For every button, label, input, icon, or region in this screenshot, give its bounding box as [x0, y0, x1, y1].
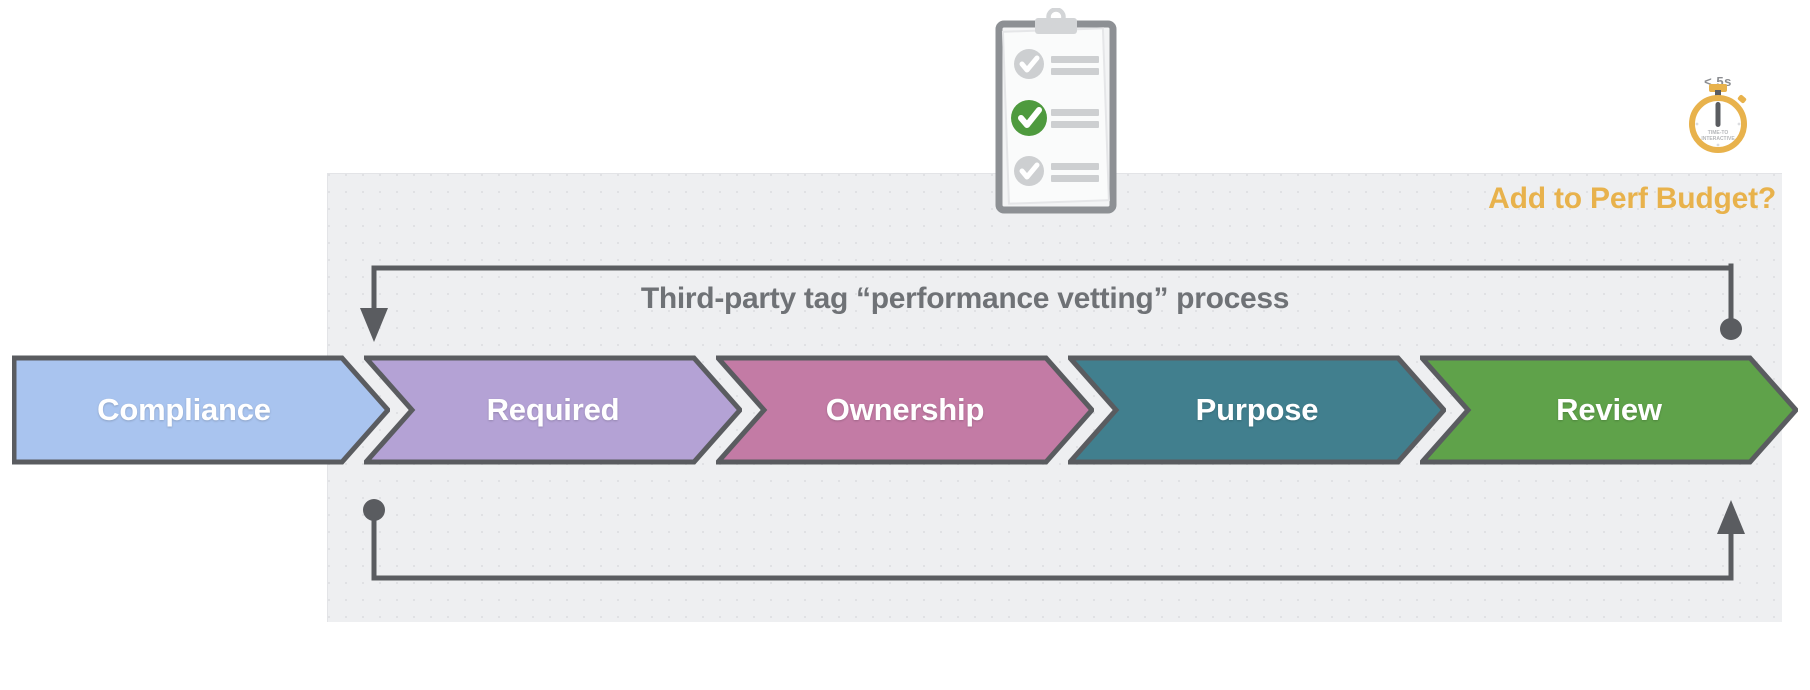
diagram-canvas: Add to Perf Budget? Third-party tag “per…: [0, 0, 1810, 690]
process-title: Third-party tag “performance vetting” pr…: [640, 282, 1290, 315]
stopwatch-icon: TIME-TO INTERACTIVE: [1689, 84, 1747, 153]
clipboard-checklist-icon: [995, 8, 1117, 214]
stopwatch-dial-line-2: INTERACTIVE: [1701, 136, 1735, 142]
perf-budget-heading: Add to Perf Budget?: [1488, 182, 1776, 215]
stage-compliance[interactable]: Compliance: [12, 355, 390, 465]
stage-ownership[interactable]: Ownership: [716, 355, 1094, 465]
stage-purpose[interactable]: Purpose: [1068, 355, 1446, 465]
process-chevron-row: Compliance Required Ownership Purpose Re…: [12, 355, 1798, 465]
stage-review[interactable]: Review: [1420, 355, 1798, 465]
stage-required[interactable]: Required: [364, 355, 742, 465]
